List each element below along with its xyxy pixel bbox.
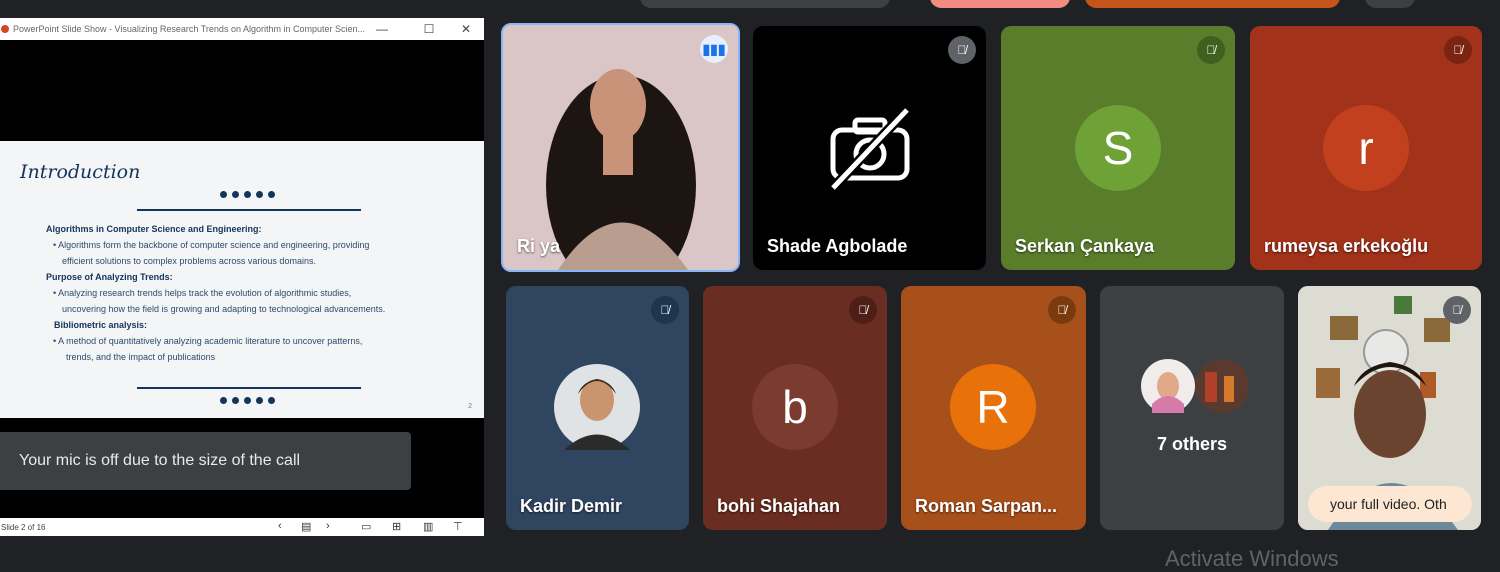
participant-tile[interactable]: ▮▮▮ Ri ya: [501, 23, 740, 272]
dots-decoration: [220, 397, 275, 404]
participant-name: bohi Shajahan: [717, 496, 841, 516]
slide-line: • Algorithms form the backbone of comput…: [53, 240, 370, 250]
window-titlebar: PowerPoint Slide Show - Visualizing Rese…: [0, 18, 484, 40]
avatar: b: [752, 364, 838, 450]
slideshow-statusbar: Slide 2 of 16 ‹ ▤ › ▭ ⊞ ▥ ⊤: [0, 518, 484, 536]
mic-muted-icon: 🎙̸: [849, 296, 877, 324]
slide-line: • Analyzing research trends helps track …: [53, 288, 352, 298]
previous-slide-icon[interactable]: ‹: [278, 520, 282, 532]
slide-line: trends, and the impact of publications: [66, 352, 216, 362]
slide: Introduction Algorithms in Computer Scie…: [0, 141, 484, 418]
dots-decoration: [220, 191, 275, 198]
slide-line: Algorithms in Computer Science and Engin…: [46, 224, 262, 234]
participant-name: Roman Sarpan...: [915, 496, 1058, 516]
video-notification: your full video. Oth: [1308, 486, 1472, 522]
slide-heading: Introduction: [20, 161, 141, 183]
activate-windows-watermark: Activate Windows: [1165, 546, 1339, 571]
participant-name: Kadir Demir: [520, 496, 623, 516]
mic-muted-icon: 🎙̸: [651, 296, 679, 324]
slide-line: • A method of quantitatively analyzing a…: [53, 336, 363, 346]
participant-tile[interactable]: r 🎙̸ rumeysa erkekoğlu: [1250, 26, 1482, 270]
slide-page-number: 2: [468, 403, 472, 410]
participant-name: Serkan Çankaya: [1015, 236, 1155, 256]
maximize-icon[interactable]: ☐: [411, 18, 447, 40]
participant-tile[interactable]: 🎙̸ Shade Agbolade: [753, 26, 986, 270]
participant-name: Ri ya: [517, 236, 561, 256]
mic-muted-icon: 🎙̸: [948, 36, 976, 64]
top-control-pill[interactable]: [930, 0, 1070, 8]
mic-muted-icon: 🎙̸: [1443, 296, 1471, 324]
slide-count: Slide 2 of 16: [1, 522, 46, 532]
divider: [137, 387, 361, 389]
slide-line: Bibliometric analysis:: [54, 320, 148, 330]
next-slide-icon[interactable]: ›: [326, 520, 330, 532]
camera-off-icon: [829, 106, 911, 192]
top-control-pill[interactable]: [1085, 0, 1340, 8]
avatar: [554, 364, 640, 450]
mic-muted-icon: 🎙̸: [1444, 36, 1472, 64]
avatar: r: [1323, 105, 1409, 191]
avatar: R: [950, 364, 1036, 450]
top-control-pill[interactable]: [640, 0, 890, 8]
participant-tile[interactable]: 🎙̸ your full video. Oth: [1298, 286, 1481, 530]
participant-tile[interactable]: S 🎙̸ Serkan Çankaya: [1001, 26, 1235, 270]
participant-tile[interactable]: 🎙̸ Kadir Demir: [506, 286, 689, 530]
slide-line: efficient solutions to complex problems …: [62, 256, 316, 266]
others-tile[interactable]: 7 others: [1100, 286, 1284, 530]
others-avatars: [1141, 359, 1249, 413]
powerpoint-icon: [1, 25, 9, 33]
avatar: S: [1075, 105, 1161, 191]
close-icon[interactable]: ✕: [448, 18, 484, 40]
speaking-indicator-icon: ▮▮▮: [700, 35, 728, 63]
mic-muted-icon: 🎙̸: [1048, 296, 1076, 324]
reading-view-icon[interactable]: ▥: [423, 520, 433, 533]
mic-muted-icon: 🎙̸: [1197, 36, 1225, 64]
participant-tile[interactable]: b 🎙̸ bohi Shajahan: [703, 286, 887, 530]
participant-name: Shade Agbolade: [767, 236, 908, 256]
participant-tile[interactable]: R 🎙̸ Roman Sarpan...: [901, 286, 1086, 530]
slide-line: uncovering how the field is growing and …: [62, 304, 386, 314]
divider: [137, 209, 361, 211]
normal-view-icon[interactable]: ▭: [361, 520, 371, 533]
slide-sorter-icon[interactable]: ▤: [301, 520, 311, 533]
others-count: 7 others: [1156, 434, 1228, 454]
participant-video: [503, 25, 738, 270]
mic-off-notification: Your mic is off due to the size of the c…: [0, 432, 411, 490]
top-control-pill[interactable]: [1365, 0, 1415, 8]
presenter-icon[interactable]: ⊤: [453, 520, 463, 533]
grid-view-icon[interactable]: ⊞: [392, 520, 401, 533]
window-title: PowerPoint Slide Show - Visualizing Rese…: [13, 24, 366, 34]
slide-line: Purpose of Analyzing Trends:: [46, 272, 173, 282]
participant-name: rumeysa erkekoğlu: [1264, 236, 1429, 256]
minimize-icon[interactable]: —: [364, 18, 400, 40]
